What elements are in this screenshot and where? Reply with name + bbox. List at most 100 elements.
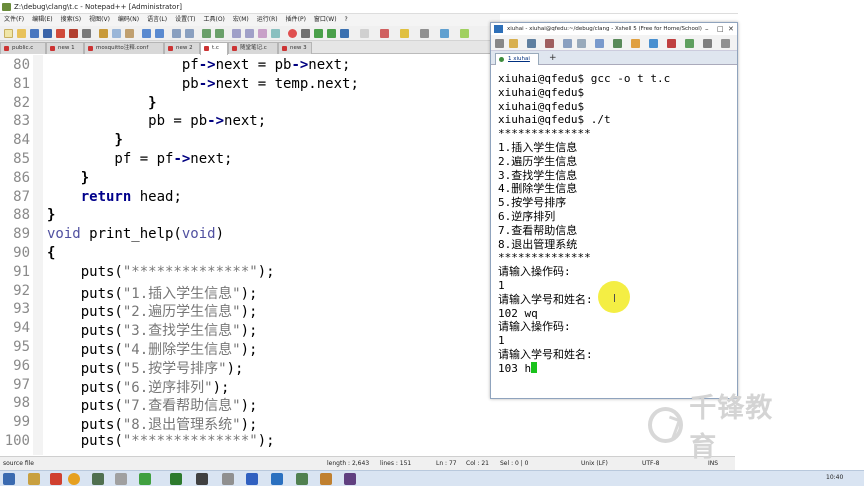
save-macro-icon[interactable] (340, 29, 349, 38)
menu-window[interactable]: 窗口(W) (310, 14, 341, 26)
line-number: 90 (13, 245, 30, 261)
chrome-icon[interactable] (68, 473, 80, 485)
new-file-icon[interactable] (4, 29, 13, 38)
font-icon[interactable] (631, 39, 640, 48)
folder-workspace-icon[interactable] (460, 29, 469, 38)
line-number: 99 (13, 414, 30, 431)
sync-scroll-icon[interactable] (232, 29, 241, 38)
tab-public-c[interactable]: public.c (0, 42, 46, 54)
find-icon[interactable] (172, 29, 181, 38)
replace-icon[interactable] (185, 29, 194, 38)
run-macro-multiple-icon[interactable] (327, 29, 336, 38)
close-file-icon[interactable] (56, 29, 65, 38)
redo-icon[interactable] (155, 29, 164, 38)
tool-icon[interactable] (400, 29, 409, 38)
app-icon-7[interactable] (320, 473, 332, 485)
reconnect-icon[interactable] (527, 39, 536, 48)
keyboard-icon[interactable] (685, 39, 694, 48)
code-line: pf = pf->next; (47, 151, 233, 167)
start-icon[interactable] (3, 473, 15, 485)
ie-icon[interactable] (50, 473, 62, 485)
add-tab-button[interactable]: + (549, 53, 557, 63)
app-icon-6[interactable] (246, 473, 258, 485)
globe-icon[interactable] (649, 39, 658, 48)
tab-mosquitto-conf[interactable]: mosquitto注释.conf (84, 42, 164, 54)
explorer-icon[interactable] (28, 473, 40, 485)
tab-new-2[interactable]: new 2 (164, 42, 200, 54)
help-icon[interactable] (721, 39, 730, 48)
wechat-icon[interactable] (170, 473, 182, 485)
menu-macro[interactable]: 宏(M) (229, 14, 253, 26)
print-icon[interactable] (613, 39, 622, 48)
code-line: pb->next = temp.next; (47, 75, 359, 92)
function-list-icon[interactable] (440, 29, 449, 38)
code-line: pf->next = pb->next; (47, 57, 351, 73)
app-icon-5[interactable] (222, 473, 234, 485)
tab-notes-c[interactable]: 随堂笔记.c (228, 42, 278, 54)
stop-macro-icon[interactable] (301, 29, 310, 38)
code-line: puts("5.按学号排序"); (47, 360, 244, 377)
record-macro-icon[interactable] (288, 29, 297, 38)
menu-search[interactable]: 搜索(S) (57, 14, 86, 26)
close-all-icon[interactable] (69, 29, 78, 38)
word-wrap-icon[interactable] (245, 29, 254, 38)
zoom-in-icon[interactable] (202, 29, 211, 38)
fullscreen-icon[interactable] (703, 39, 712, 48)
terminal-line: 6.逆序排列 (498, 209, 556, 223)
print-icon[interactable] (82, 29, 91, 38)
menu-help[interactable]: ? (341, 14, 352, 26)
properties-icon[interactable] (545, 39, 554, 48)
code-line: puts("2.遍历学生信息"); (47, 304, 258, 321)
menu-settings[interactable]: 设置(T) (171, 14, 199, 26)
app-icon[interactable] (92, 473, 104, 485)
menu-file[interactable]: 文件(F) (0, 14, 28, 26)
close-icon[interactable]: ✕ (728, 24, 734, 34)
xshell-taskbar-icon[interactable] (271, 473, 283, 485)
code-line: } (114, 132, 123, 149)
tab-new-1[interactable]: new 1 (46, 42, 84, 54)
notepad-taskbar-icon[interactable] (296, 473, 308, 485)
open-session-icon[interactable] (509, 39, 518, 48)
copy-icon[interactable] (112, 29, 121, 38)
paste-icon[interactable] (125, 29, 134, 38)
menu-plugins[interactable]: 插件(P) (282, 14, 310, 26)
menu-encoding[interactable]: 编码(N) (114, 14, 143, 26)
cut-icon[interactable] (99, 29, 108, 38)
indent-guide-icon[interactable] (271, 29, 280, 38)
copy-icon[interactable] (563, 39, 572, 48)
code-editor[interactable]: 80 pf->next = pb->next; 81 pb->next = tem… (0, 55, 490, 455)
app-icon-4[interactable] (196, 473, 208, 485)
line-number: 100 (4, 433, 30, 449)
line-number: 97 (13, 376, 30, 393)
menu-run[interactable]: 运行(R) (253, 14, 282, 26)
find-icon[interactable] (595, 39, 604, 48)
app-icon-8[interactable] (344, 473, 356, 485)
app-icon-3[interactable] (139, 473, 151, 485)
lock-icon[interactable] (667, 39, 676, 48)
menu-language[interactable]: 语言(L) (143, 14, 171, 26)
new-session-icon[interactable] (495, 39, 504, 48)
show-all-chars-icon[interactable] (258, 29, 267, 38)
maximize-icon[interactable]: □ (717, 24, 724, 34)
undo-icon[interactable] (142, 29, 151, 38)
save-all-icon[interactable] (43, 29, 52, 38)
tab-new-3[interactable]: new 3 (278, 42, 312, 54)
paste-icon[interactable] (577, 39, 586, 48)
open-file-icon[interactable] (17, 29, 26, 38)
doc-map-icon[interactable] (420, 29, 429, 38)
launch-icon[interactable] (380, 29, 389, 38)
watermark-logo: 千锋教育 (648, 393, 798, 463)
menu-edit[interactable]: 编辑(E) (28, 14, 56, 26)
terminal-output[interactable]: xiuhai@qfedu$ gcc -o t t.c xiuhai@qfedu$ x… (491, 66, 737, 398)
tab-t-c[interactable]: t.c (200, 42, 228, 55)
play-macro-icon[interactable] (314, 29, 323, 38)
zoom-out-icon[interactable] (215, 29, 224, 38)
session-tab-xiuhai[interactable]: 1 xiuhai (495, 53, 539, 65)
menu-tools[interactable]: 工具(O) (199, 14, 228, 26)
save-icon[interactable] (30, 29, 39, 38)
menu-view[interactable]: 视图(V) (85, 14, 114, 26)
taskbar (0, 470, 864, 486)
toolbar-extra-icon[interactable] (360, 29, 369, 38)
minimize-icon[interactable]: – (705, 24, 709, 34)
app-icon-2[interactable] (115, 473, 127, 485)
